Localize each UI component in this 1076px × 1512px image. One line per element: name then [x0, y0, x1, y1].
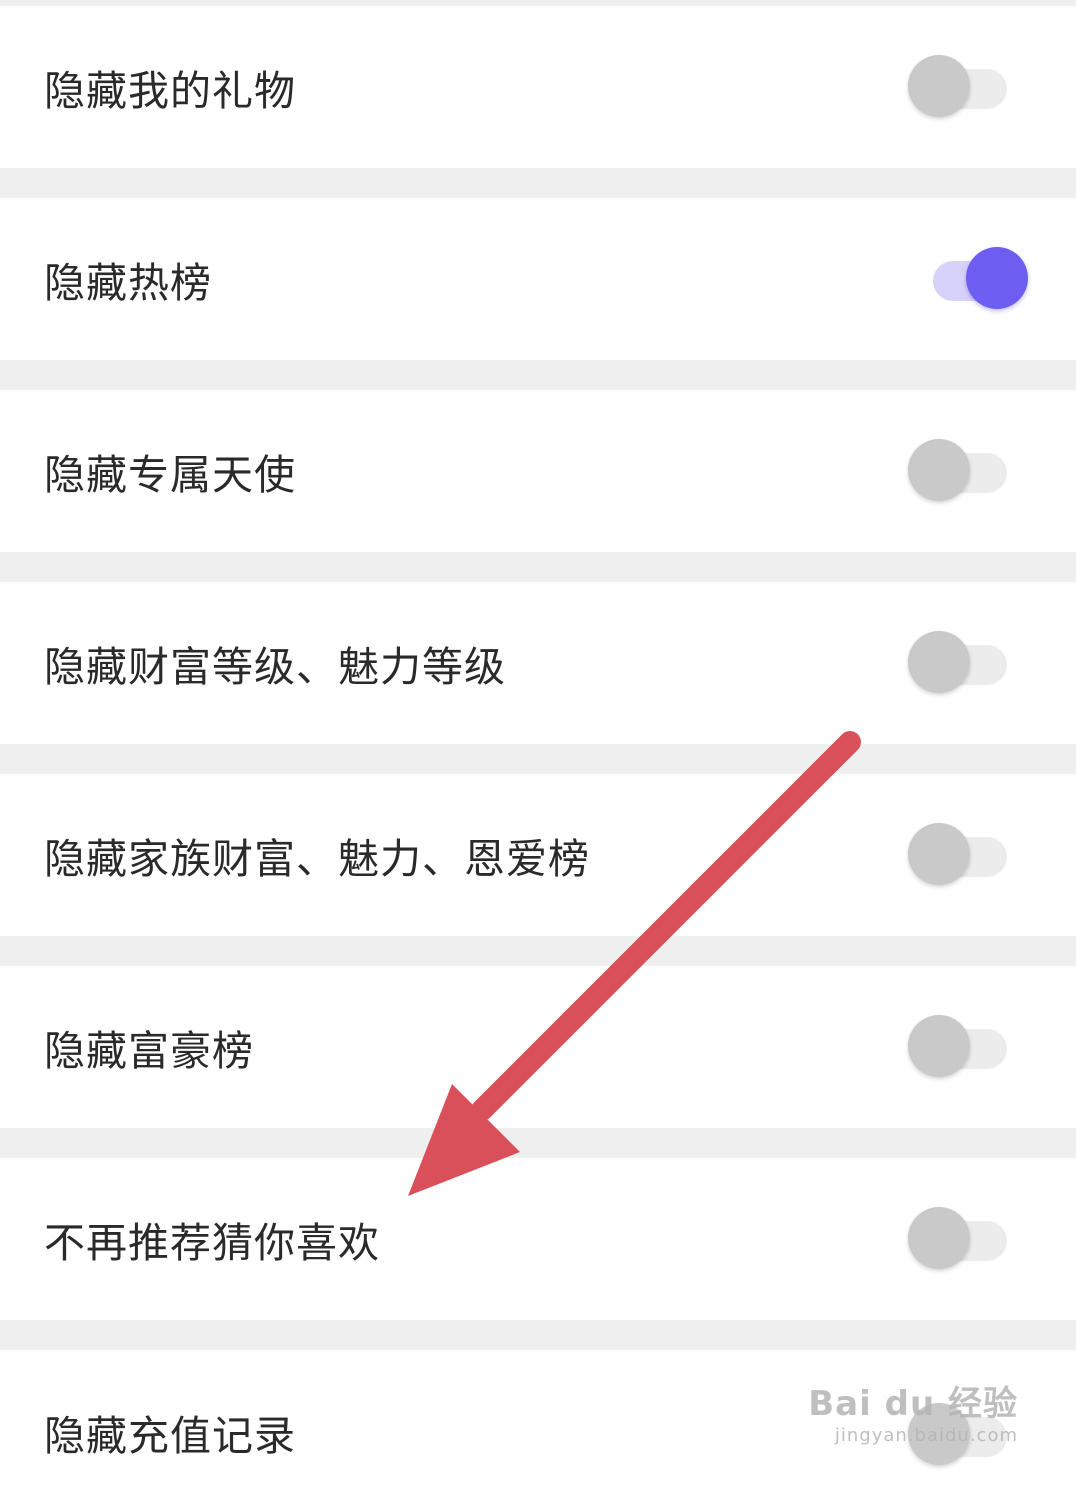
setting-label: 隐藏充值记录	[44, 1412, 296, 1460]
baidu-jingyan-watermark: Bai du 经验 jingyan.baidu.com	[808, 1376, 1018, 1446]
hide-hot-list-toggle[interactable]	[905, 244, 1030, 314]
setting-row-hide-wealth-charm-level: 隐藏财富等级、魅力等级	[0, 582, 1076, 744]
setting-label: 隐藏家族财富、魅力、恩爱榜	[44, 835, 590, 883]
hide-family-rankings-toggle[interactable]	[905, 820, 1030, 890]
setting-label: 隐藏财富等级、魅力等级	[44, 643, 506, 691]
watermark-logo: Bai du 经验	[808, 1384, 1018, 1424]
setting-row-hide-rich-list: 隐藏富豪榜	[0, 966, 1076, 1128]
toggle-thumb	[908, 439, 970, 501]
setting-label: 不再推荐猜你喜欢	[44, 1219, 380, 1267]
toggle-thumb	[908, 823, 970, 885]
watermark-url: jingyan.baidu.com	[834, 1425, 1018, 1446]
settings-list: 隐藏我的礼物 隐藏热榜 隐藏专属天使 隐藏财富等级、魅力等级 隐藏家族财富、魅力…	[0, 0, 1076, 1512]
setting-label: 隐藏我的礼物	[44, 67, 296, 115]
setting-row-hide-exclusive-angel: 隐藏专属天使	[0, 390, 1076, 552]
toggle-thumb	[908, 1207, 970, 1269]
hide-rich-list-toggle[interactable]	[905, 1012, 1030, 1082]
toggle-thumb	[908, 55, 970, 117]
hide-my-gifts-toggle[interactable]	[905, 52, 1030, 122]
toggle-thumb	[908, 1015, 970, 1077]
setting-row-hide-family-rankings: 隐藏家族财富、魅力、恩爱榜	[0, 774, 1076, 936]
hide-wealth-charm-level-toggle[interactable]	[905, 628, 1030, 698]
setting-label: 隐藏热榜	[44, 259, 212, 307]
setting-row-hide-my-gifts: 隐藏我的礼物	[0, 6, 1076, 168]
setting-row-hide-hot-list: 隐藏热榜	[0, 198, 1076, 360]
toggle-thumb	[908, 631, 970, 693]
setting-row-no-recommendations: 不再推荐猜你喜欢	[0, 1158, 1076, 1320]
no-recommendations-toggle[interactable]	[905, 1204, 1030, 1274]
toggle-thumb	[966, 247, 1028, 309]
hide-exclusive-angel-toggle[interactable]	[905, 436, 1030, 506]
setting-label: 隐藏专属天使	[44, 451, 296, 499]
setting-label: 隐藏富豪榜	[44, 1027, 254, 1075]
